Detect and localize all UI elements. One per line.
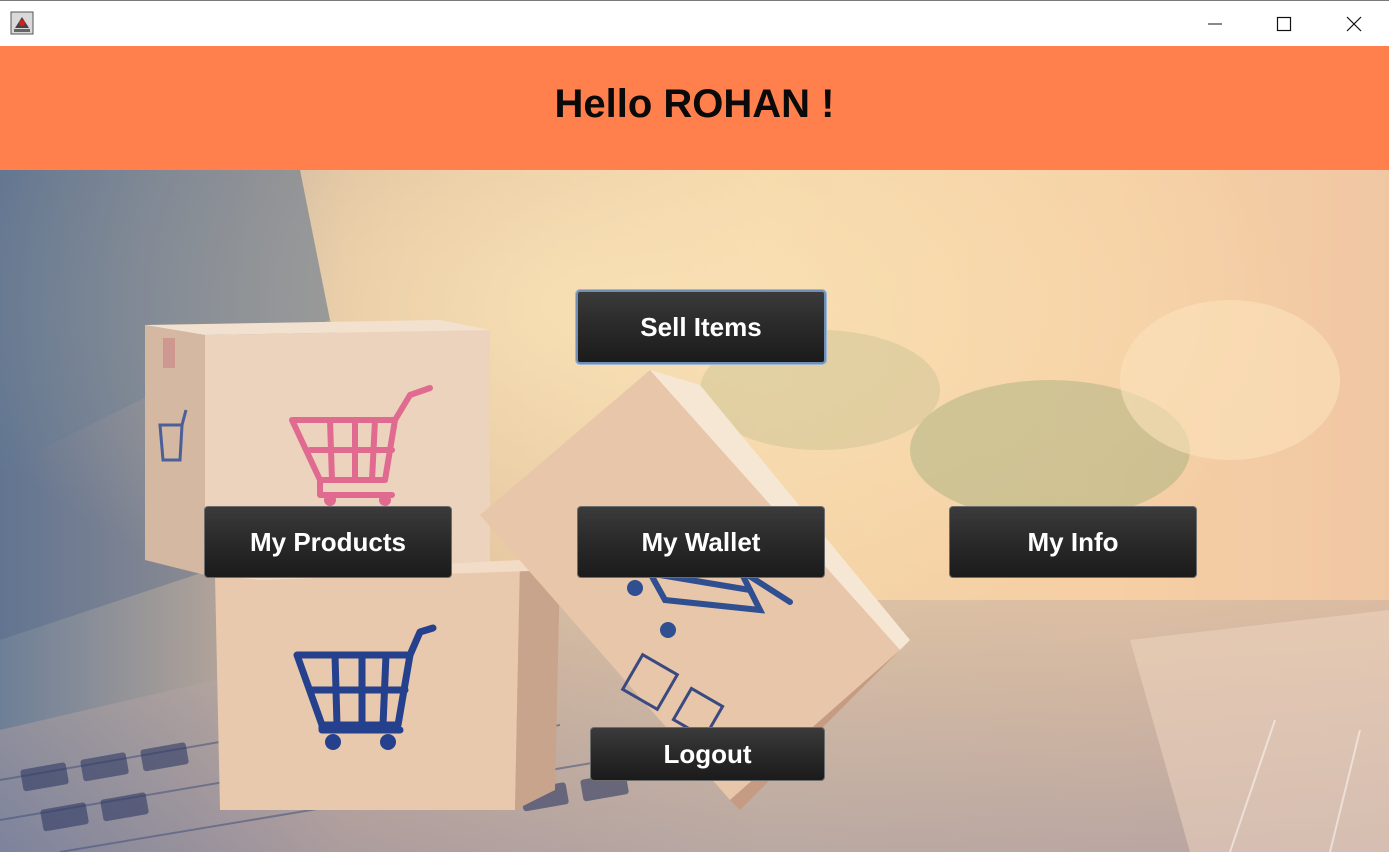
my-products-button[interactable]: My Products [204, 506, 452, 578]
java-app-icon [10, 11, 34, 35]
logout-button[interactable]: Logout [590, 727, 825, 781]
minimize-button[interactable] [1180, 1, 1250, 47]
greeting-title: Hello ROHAN ! [554, 81, 835, 126]
sell-items-button[interactable]: Sell Items [576, 290, 826, 364]
dashboard-background: Sell Items My Products My Wallet My Info… [0, 170, 1389, 852]
minimize-icon [1208, 23, 1222, 25]
my-info-button[interactable]: My Info [949, 506, 1197, 578]
my-wallet-button[interactable]: My Wallet [577, 506, 825, 578]
maximize-icon [1276, 16, 1292, 32]
close-icon [1346, 16, 1362, 32]
greeting-header: Hello ROHAN ! [0, 46, 1389, 170]
close-button[interactable] [1319, 1, 1389, 47]
maximize-button[interactable] [1249, 1, 1319, 47]
window-titlebar [0, 0, 1389, 46]
